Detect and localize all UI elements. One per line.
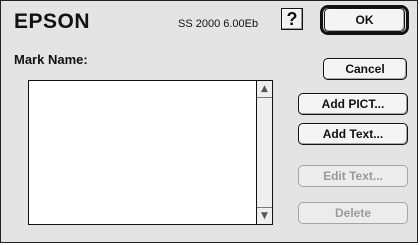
ok-button-label: OK bbox=[355, 13, 374, 27]
scroll-down-arrow-icon[interactable]: ▼ bbox=[257, 207, 272, 224]
add-text-button[interactable]: Add Text... bbox=[298, 123, 408, 145]
list-scrollbar[interactable]: ▲ ▼ bbox=[256, 81, 272, 224]
question-mark-icon: ? bbox=[286, 8, 298, 29]
delete-button-label: Delete bbox=[334, 206, 372, 220]
ok-button[interactable]: OK bbox=[320, 5, 409, 35]
delete-button[interactable]: Delete bbox=[298, 202, 408, 224]
add-text-button-label: Add Text... bbox=[322, 127, 384, 141]
mark-name-list[interactable]: ▲ ▼ bbox=[28, 80, 273, 225]
watermark-dialog: EPSON SS 2000 6.00Eb ? OK Mark Name: Can… bbox=[0, 0, 418, 243]
scroll-up-arrow-icon[interactable]: ▲ bbox=[257, 81, 272, 98]
help-button[interactable]: ? bbox=[281, 8, 303, 30]
mark-name-label: Mark Name: bbox=[14, 52, 88, 67]
brand-logo: EPSON bbox=[14, 10, 91, 33]
edit-text-button-label: Edit Text... bbox=[323, 169, 383, 183]
version-label: SS 2000 6.00Eb bbox=[178, 18, 259, 30]
cancel-button-label: Cancel bbox=[345, 62, 385, 76]
cancel-button[interactable]: Cancel bbox=[323, 58, 407, 80]
add-pict-button[interactable]: Add PICT... bbox=[298, 93, 408, 115]
edit-text-button[interactable]: Edit Text... bbox=[298, 165, 408, 187]
add-pict-button-label: Add PICT... bbox=[321, 97, 385, 111]
